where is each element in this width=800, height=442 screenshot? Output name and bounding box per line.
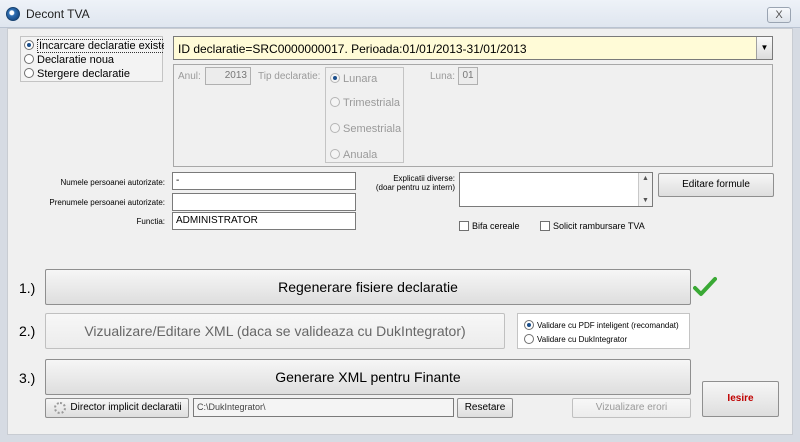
scroll-down-icon[interactable]: ▼ <box>639 195 652 206</box>
cereals-checkbox[interactable]: Bifa cereale <box>459 220 520 232</box>
radio-icon <box>330 73 340 84</box>
radio-icon <box>24 54 34 65</box>
reset-button[interactable]: Resetare <box>457 398 513 418</box>
type-option-semester[interactable]: Semestriala <box>330 122 401 136</box>
notes-sublabel: (doar pentru uz intern) <box>375 183 455 192</box>
firstname-field[interactable] <box>172 193 356 211</box>
type-option-annual[interactable]: Anuala <box>330 148 377 162</box>
check-icon <box>693 276 717 298</box>
regenerate-files-button[interactable]: Regenerare fisiere declaratie <box>45 269 691 305</box>
view-errors-button[interactable]: Vizualizare erori <box>572 398 691 418</box>
notes-scrollbar[interactable]: ▲ ▼ <box>638 173 652 206</box>
chevron-down-icon[interactable]: ▼ <box>756 37 772 59</box>
step1-label: 1.) <box>19 280 36 296</box>
edit-formulas-button[interactable]: Editare formule <box>658 173 774 197</box>
declaration-select-value: ID declaratie=SRC0000000017. Perioada:01… <box>178 42 527 56</box>
default-directory-button[interactable]: Director implicit declaratii <box>45 398 189 418</box>
type-option-quarterly[interactable]: Trimestriala <box>330 96 400 110</box>
radio-icon <box>524 333 534 344</box>
mode-option-load[interactable]: Incarcare declaratie existenta <box>24 39 164 53</box>
type-label: Tip declaratie: <box>258 71 321 82</box>
validation-group: Validare cu PDF inteligent (recomandat) … <box>517 313 690 349</box>
step3-label: 3.) <box>19 370 36 386</box>
view-edit-xml-button[interactable]: Vizualizare/Editare XML (daca se validea… <box>45 313 505 349</box>
month-field[interactable]: 01 <box>458 67 478 85</box>
window-title: Decont TVA <box>26 7 90 21</box>
notes-textarea[interactable]: ▲ ▼ <box>459 172 653 207</box>
step2-label: 2.) <box>19 323 36 339</box>
type-option-monthly[interactable]: Lunara <box>330 72 377 86</box>
close-button[interactable]: X <box>767 7 791 23</box>
radio-icon <box>330 149 340 160</box>
mode-group: Incarcare declaratie existenta Declarati… <box>20 36 164 82</box>
generate-xml-button[interactable]: Generare XML pentru Finante <box>45 359 691 395</box>
radio-icon <box>524 319 534 330</box>
radio-icon <box>24 40 34 51</box>
app-icon <box>6 7 20 21</box>
function-field[interactable]: ADMINISTRATOR <box>172 212 356 230</box>
notes-label: Explicatii diverse: <box>393 174 455 183</box>
type-group: Lunara Trimestriala Semestriala Anuala <box>325 67 404 163</box>
exit-button[interactable]: Iesire <box>702 381 779 417</box>
refund-checkbox[interactable]: Solicit rambursare TVA <box>540 220 645 232</box>
checkbox-icon <box>459 220 469 231</box>
validation-option-pdf[interactable]: Validare cu PDF inteligent (recomandat) <box>524 319 679 333</box>
gear-icon <box>54 402 66 414</box>
firstname-label: Prenumele persoanei autorizate: <box>49 198 165 207</box>
mode-option-delete[interactable]: Stergere declaratie <box>24 67 164 81</box>
radio-icon <box>330 123 340 134</box>
year-label: Anul: <box>178 71 201 82</box>
name-label: Numele persoanei autorizate: <box>60 178 165 187</box>
month-label: Luna: <box>430 71 456 82</box>
name-field[interactable]: - <box>172 172 356 190</box>
mode-option-new[interactable]: Declaratie noua <box>24 53 164 67</box>
directory-path-field[interactable]: C:\DukIntegrator\ <box>193 398 454 417</box>
title-bar: Decont TVA X <box>0 0 800 28</box>
year-field[interactable]: 2013 <box>205 67 251 85</box>
radio-icon <box>24 68 34 79</box>
checkbox-icon <box>540 220 550 231</box>
function-label: Functia: <box>136 217 165 226</box>
scroll-up-icon[interactable]: ▲ <box>639 173 652 184</box>
declaration-select[interactable]: ID declaratie=SRC0000000017. Perioada:01… <box>173 36 773 60</box>
validation-option-duk[interactable]: Validare cu DukIntegrator <box>524 333 627 347</box>
radio-icon <box>330 97 340 108</box>
